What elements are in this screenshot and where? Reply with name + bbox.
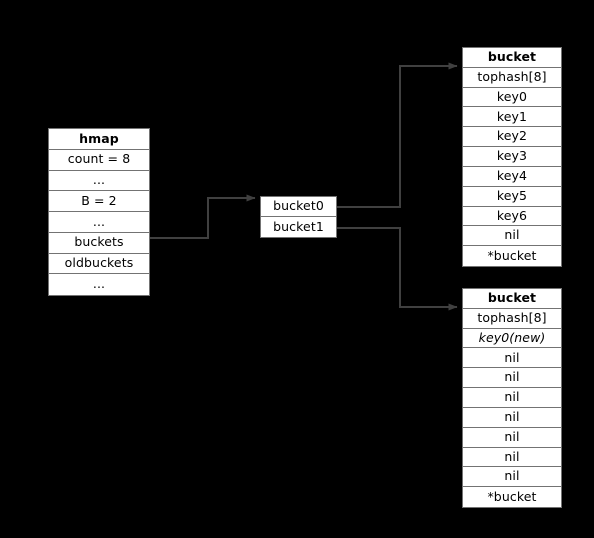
hmap-field-ellipsis-2: ... [49,212,149,233]
hmap-header: hmap [49,129,149,150]
diagram-canvas: hmap count = 8 ... B = 2 ... buckets old… [0,0,594,538]
hmap-field-count: count = 8 [49,149,149,171]
edge-bucket0-to-bucket-struct-1 [337,62,458,208]
bucket-struct-2: bucket tophash[8] key0(new) nil nil nil … [462,288,562,508]
hmap-field-ellipsis-1: ... [49,170,149,192]
bucket-2-row-nil-1: nil [463,348,561,369]
bucket-2-row-nil-5: nil [463,427,561,448]
bucket-array-struct: bucket0 bucket1 [260,196,337,238]
bucket-2-header: bucket [463,289,561,309]
bucket-2-row-overflow-pointer: *bucket [463,487,561,507]
bucket-2-row-nil-6: nil [463,447,561,468]
bucket-1-row-key2: key2 [463,127,561,148]
bucket-1-row-key5: key5 [463,186,561,207]
bucket-1-row-tophash: tophash[8] [463,67,561,88]
bucket-2-row-nil-3: nil [463,388,561,408]
bucket-1-row-key6: key6 [463,206,561,227]
bucket-struct-1: bucket tophash[8] key0 key1 key2 key3 ke… [462,47,562,267]
bucket-array-entry-bucket0: bucket0 [261,197,336,218]
bucket-1-row-key1: key1 [463,107,561,128]
bucket-2-row-nil-4: nil [463,407,561,428]
hmap-field-ellipsis-3: ... [49,274,149,295]
bucket-2-row-tophash: tophash[8] [463,308,561,329]
edge-hmap-buckets-to-bucket0 [150,194,256,239]
bucket-2-row-nil-2: nil [463,368,561,389]
bucket-1-row-overflow-pointer: *bucket [463,246,561,266]
bucket-1-row-key4: key4 [463,166,561,187]
hmap-field-b: B = 2 [49,191,149,212]
bucket-1-row-key0: key0 [463,87,561,108]
edge-bucket1-to-bucket-struct-2 [337,227,458,311]
hmap-field-oldbuckets: oldbuckets [49,253,149,275]
bucket-2-row-key0-new: key0(new) [463,328,561,349]
bucket-1-row-key3: key3 [463,147,561,167]
hmap-struct: hmap count = 8 ... B = 2 ... buckets old… [48,128,150,296]
hmap-field-buckets: buckets [49,232,149,254]
bucket-1-row-nil: nil [463,226,561,247]
bucket-array-entry-bucket1: bucket1 [261,217,336,237]
bucket-1-header: bucket [463,48,561,68]
bucket-2-row-nil-7: nil [463,467,561,488]
